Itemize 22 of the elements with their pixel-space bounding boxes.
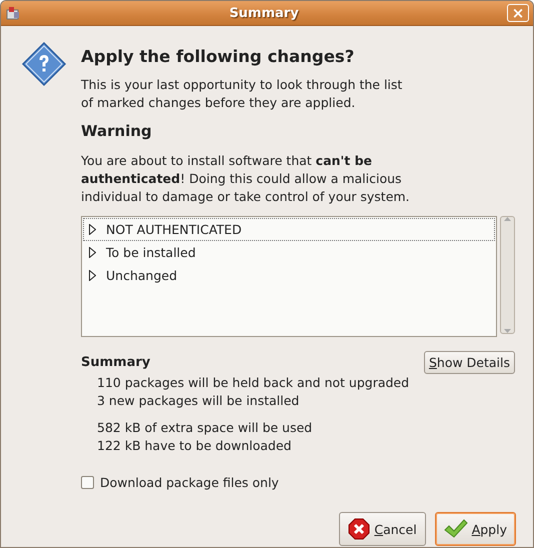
expander-icon[interactable] <box>89 270 96 281</box>
warning-text: You are about to install software that can't be authenticated! Doing this could allow a malicious individual to damage or take control of your system. <box>81 152 411 206</box>
show-details-button[interactable]: Show Details <box>424 351 515 374</box>
warning-title: Warning <box>81 122 153 140</box>
apply-button[interactable]: Apply <box>434 512 516 546</box>
cancel-button[interactable]: Cancel <box>339 512 426 546</box>
expander-icon[interactable] <box>89 247 96 258</box>
tree-row[interactable]: NOT AUTHENTICATED <box>83 218 495 241</box>
tree-row[interactable]: Unchanged <box>83 264 495 287</box>
summary-text: 582 kB of extra space will be used 122 kB have to be downloaded <box>97 419 314 455</box>
package-icon <box>5 5 21 21</box>
checkmark-icon <box>444 519 468 539</box>
dialog-heading: Apply the following changes? <box>81 47 356 66</box>
download-only-checkbox[interactable]: Download package files only <box>81 475 515 490</box>
summary-text: 110 packages will be held back and not upgraded 3 new packages will be installed <box>97 374 410 410</box>
summary-title: Summary <box>81 355 150 372</box>
window-title: Summary <box>228 6 300 20</box>
intro-text: This is your last opportunity to look through the list of marked changes before they are applied. <box>81 76 404 112</box>
stop-icon <box>348 518 370 540</box>
question-icon <box>21 41 67 87</box>
tree-row[interactable]: To be installed <box>83 241 495 264</box>
expander-icon[interactable] <box>89 224 96 235</box>
